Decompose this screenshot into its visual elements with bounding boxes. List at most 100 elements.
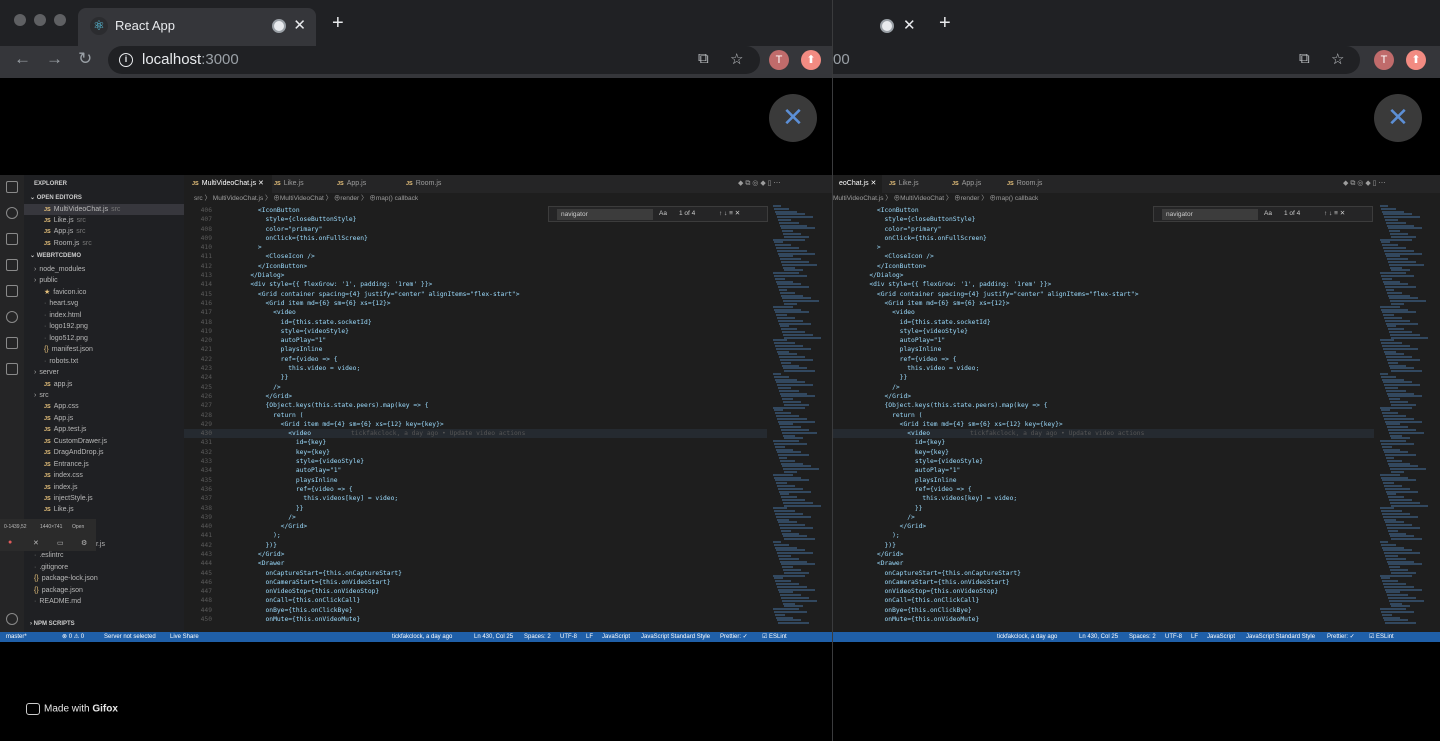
code-line[interactable]: 450 onMute={this.onVideoMute} [833, 615, 1374, 624]
code-line[interactable]: 424 }} [833, 373, 1374, 382]
status-spaces[interactable]: Spaces: 2 [524, 632, 551, 642]
record-icon[interactable]: ● [8, 539, 12, 546]
status-style-right[interactable]: JavaScript Standard Style [1246, 632, 1315, 642]
code-line[interactable]: 438 }} [833, 504, 1374, 513]
code-line[interactable]: 421 playsInline [184, 345, 767, 354]
tree-item[interactable]: JS index.css [24, 470, 184, 481]
code-line[interactable]: 412 </IconButton> [833, 262, 1374, 271]
tree-item[interactable]: · logo192.png [24, 321, 184, 332]
code-line[interactable]: 449 onBye={this.onClickBye} [833, 606, 1374, 615]
tree-item[interactable]: · .gitignore [24, 562, 184, 573]
tree-item[interactable]: {} manifest.json [24, 344, 184, 355]
profile-avatar[interactable]: T [769, 50, 789, 70]
code-line[interactable]: 440 </Grid> [184, 522, 767, 531]
editor-tab-app[interactable]: JS App.js [337, 175, 366, 193]
code-line[interactable]: 430 <videotickfakclock, a day ago • Upda… [833, 429, 1374, 439]
minimap[interactable] [773, 205, 825, 632]
status-encoding[interactable]: UTF-8 [560, 632, 577, 642]
code-line[interactable]: 426 </Grid> [833, 392, 1374, 401]
status-position[interactable]: Ln 430, Col 25 [474, 632, 513, 642]
code-line[interactable]: 419 style={videoStyle} [833, 327, 1374, 336]
code-line[interactable]: 432 key={key} [184, 448, 767, 457]
browser-tab[interactable]: ⚛ React App ✕ [78, 8, 316, 46]
code-line[interactable]: 450 onMute={this.onVideoMute} [184, 615, 767, 624]
status-blame[interactable]: tickfakclock, a day ago [392, 632, 452, 642]
status-style[interactable]: JavaScript Standard Style [641, 632, 710, 642]
code-line[interactable]: 447 onVideoStop={this.onVideoStop} [184, 587, 767, 596]
translate-icon[interactable]: ⧉ [698, 50, 709, 67]
breadcrumb[interactable]: src 〉 MultiVideoChat.js 〉 ⊕MultiVideoCha… [184, 193, 832, 205]
close-fullscreen-button[interactable]: ✕ [769, 94, 817, 142]
status-problems[interactable]: ⊗ 0 ⚠ 0 [62, 632, 84, 642]
open-editor-item[interactable]: JS App.js src [24, 226, 184, 237]
code-line[interactable]: 436 ref={video => { [184, 485, 767, 494]
tree-item[interactable]: · index.html [24, 310, 184, 321]
code-line[interactable]: 439 /> [833, 513, 1374, 522]
code-line[interactable]: 423 this.video = video; [184, 364, 767, 373]
profile-avatar-right[interactable]: T [1374, 50, 1394, 70]
find-nav-icon-right[interactable]: ↑ ↓ ≡ ✕ [1324, 209, 1345, 217]
forward-button[interactable]: → [46, 49, 63, 69]
tree-item[interactable]: JS App.test.js [24, 424, 184, 435]
code-line[interactable]: 428 return ( [833, 411, 1374, 420]
code-line[interactable]: 425 /> [833, 383, 1374, 392]
tree-item[interactable]: · README.md [24, 596, 184, 607]
tree-item[interactable]: JS App.css [24, 401, 184, 412]
code-line[interactable]: 422 ref={video => { [184, 355, 767, 364]
editor-tab-multivideochat[interactable]: JS MultiVideoChat.js ✕ [184, 175, 272, 193]
minimize-window-button[interactable] [34, 14, 46, 26]
status-eslint[interactable]: ☑ ESLint [762, 632, 787, 642]
tree-item[interactable]: › public [24, 275, 184, 286]
explorer-icon[interactable] [6, 181, 18, 193]
code-lines-right[interactable]: 406 <IconButton407 style={closeButtonSty… [833, 206, 1374, 624]
code-line[interactable]: 409 onClick={this.onFullScreen} [184, 234, 767, 243]
tree-item[interactable]: JS Entrance.js [24, 459, 184, 470]
code-line[interactable]: 441 ); [184, 531, 767, 540]
find-input-right[interactable]: navigator [1162, 209, 1258, 220]
tree-item[interactable]: {} package.json [24, 585, 184, 596]
status-eol[interactable]: LF [586, 632, 593, 642]
site-info-icon[interactable]: i [119, 53, 133, 67]
editor-tab-app-right[interactable]: JS App.js [952, 175, 981, 193]
code-line[interactable]: 445 onCaptureStart={this.onCaptureStart} [184, 569, 767, 578]
status-encoding-right[interactable]: UTF-8 [1165, 632, 1182, 642]
tree-item[interactable]: JS index.js [24, 482, 184, 493]
docker-icon[interactable] [6, 363, 18, 375]
match-case-icon[interactable]: Aa [659, 210, 667, 217]
code-line[interactable]: 414 <div style={{ flexGrow: '1', padding… [833, 280, 1374, 289]
tree-item[interactable]: · logo512.png [24, 333, 184, 344]
code-line[interactable]: 446 onCameraStart={this.onVideoStart} [184, 578, 767, 587]
tab-close-icon[interactable]: ✕ [293, 16, 306, 34]
tree-item[interactable]: JS CustomDrawer.js [24, 436, 184, 447]
editor-tab-like[interactable]: JS Like.js [274, 175, 304, 193]
code-line[interactable]: 445 onCaptureStart={this.onCaptureStart} [833, 569, 1374, 578]
recorder-open-button[interactable]: Open [72, 524, 84, 530]
code-line[interactable]: 415 <Grid container spacing={4} justify=… [184, 290, 767, 299]
status-prettier-right[interactable]: Prettier: ✓ [1327, 632, 1355, 642]
bookmark-star-icon-right[interactable]: ☆ [1331, 50, 1344, 68]
code-line[interactable]: 412 </IconButton> [184, 262, 767, 271]
status-eslint-right[interactable]: ☑ ESLint [1369, 632, 1394, 642]
code-line[interactable]: 447 onVideoStop={this.onVideoStop} [833, 587, 1374, 596]
code-line[interactable]: 427 {Object.keys(this.state.peers).map(k… [833, 401, 1374, 410]
tree-item[interactable]: JS DragAndDrop.js [24, 447, 184, 458]
address-bar-right[interactable]: 00 ⧉ ☆ [833, 46, 1360, 74]
code-line[interactable]: 416 <Grid item md={6} sm={6} xs={12}> [184, 299, 767, 308]
code-line[interactable]: 448 onCall={this.onClickCall} [833, 596, 1374, 605]
code-line[interactable]: 418 id={this.state.socketId} [833, 318, 1374, 327]
timeline-icon[interactable] [6, 311, 18, 323]
code-line[interactable]: 436 ref={video => { [833, 485, 1374, 494]
code-line[interactable]: 435 playsInline [184, 476, 767, 485]
code-line[interactable]: 418 id={this.state.socketId} [184, 318, 767, 327]
new-tab-button-right[interactable]: + [939, 12, 951, 34]
code-line[interactable]: 414 <div style={{ flexGrow: '1', padding… [184, 280, 767, 289]
editor-actions-icon-right[interactable]: ◆ ⧉ ◎ ◆ ▯ ⋯ [1343, 175, 1385, 193]
close-window-button[interactable] [14, 14, 26, 26]
code-line[interactable]: 435 playsInline [833, 476, 1374, 485]
code-line[interactable]: 411 <CloseIcon /> [833, 252, 1374, 261]
new-tab-button[interactable]: + [332, 12, 344, 34]
code-line[interactable]: 442 })} [184, 541, 767, 550]
code-line[interactable]: 420 autoPlay="1" [184, 336, 767, 345]
code-line[interactable]: 425 /> [184, 383, 767, 392]
code-line[interactable]: 410 > [833, 243, 1374, 252]
